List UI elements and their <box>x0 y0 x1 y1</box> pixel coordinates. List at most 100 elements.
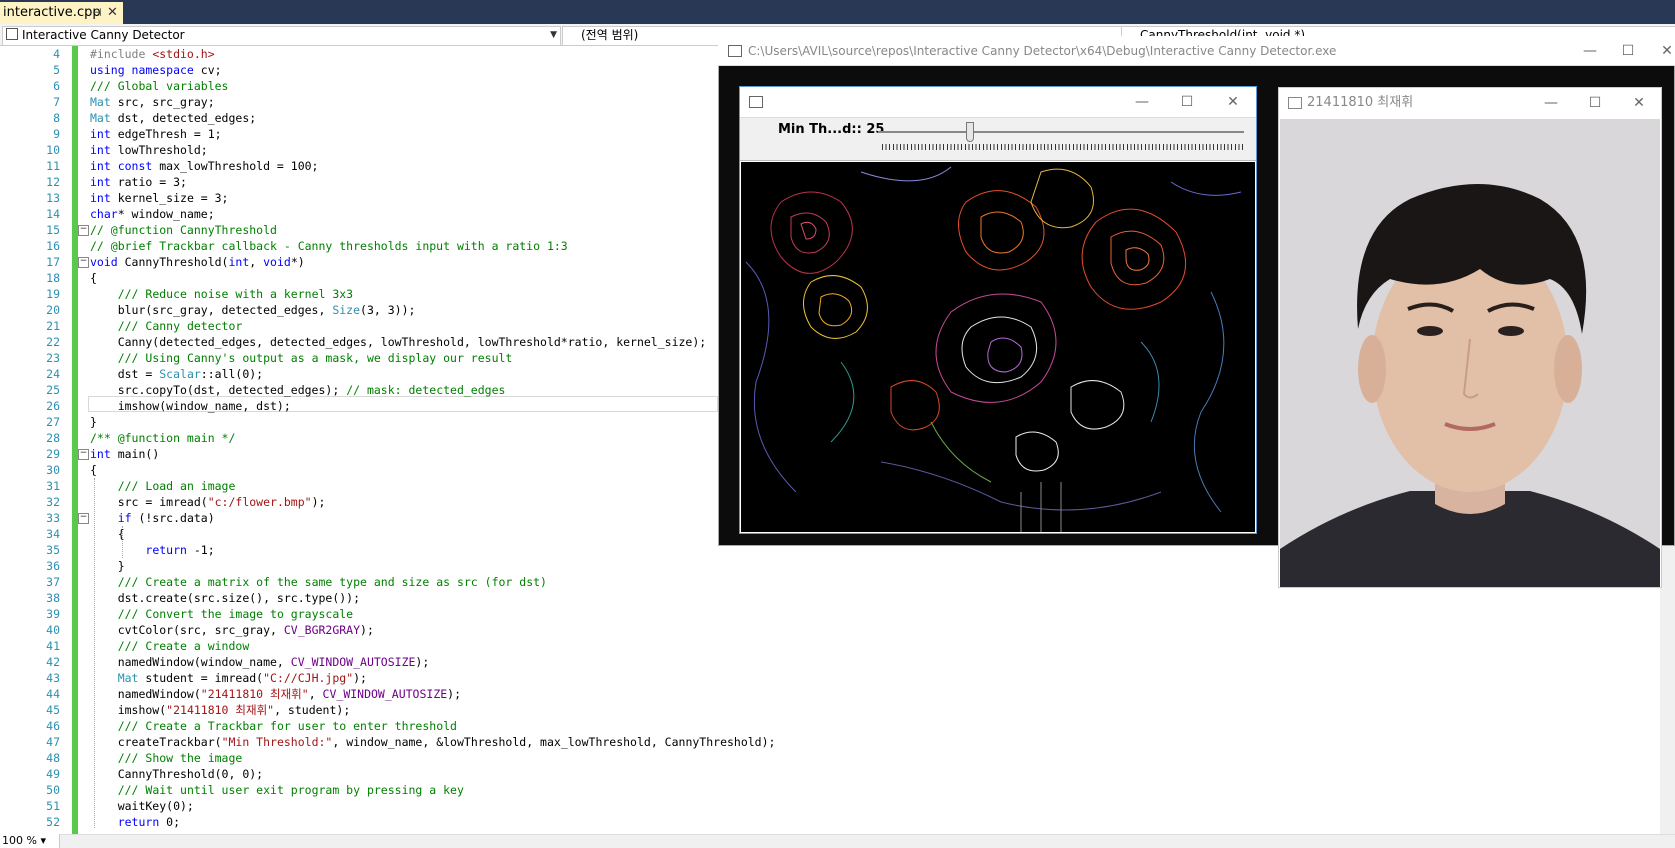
close-button[interactable]: ✕ <box>1218 87 1248 117</box>
project-dropdown-value: Interactive Canny Detector <box>22 28 185 42</box>
line-number-gutter: 4 5 6 7 8 9 10 11 12 13 14 15 16 17 18 19 20 21 22 23 24 25 26… <box>14 46 64 830</box>
line-number: 41 <box>46 639 60 653</box>
line-number: 23 <box>46 351 60 365</box>
scope-dropdown-value: (전역 범위) <box>581 28 639 42</box>
code-line: createTrackbar("Min Threshold:", window_… <box>90 735 776 749</box>
line-number: 45 <box>46 703 60 717</box>
line-number: 5 <box>53 63 60 77</box>
maximize-button[interactable]: ☐ <box>1613 36 1643 66</box>
line-number: 22 <box>46 335 60 349</box>
zoom-level-dropdown[interactable]: 100 % ▾ <box>0 834 60 848</box>
line-number: 21 <box>46 319 60 333</box>
close-button[interactable]: ✕ <box>1624 88 1654 118</box>
close-tab-icon[interactable]: ✕ <box>107 2 118 24</box>
window-app-icon <box>749 96 763 108</box>
canny-title-bar[interactable]: — ☐ ✕ <box>740 87 1256 117</box>
line-number: 28 <box>46 431 60 445</box>
line-number: 12 <box>46 175 60 189</box>
line-number: 10 <box>46 143 60 157</box>
line-number: 34 <box>46 527 60 541</box>
code-line: waitKey(0); <box>90 799 194 813</box>
line-number: 39 <box>46 607 60 621</box>
line-number: 19 <box>46 287 60 301</box>
collapse-icon[interactable]: − <box>78 449 89 460</box>
maximize-button[interactable]: ☐ <box>1580 88 1610 118</box>
project-icon <box>6 28 18 40</box>
student-portrait-image <box>1280 119 1660 587</box>
pin-icon[interactable]: ⊣ <box>92 2 102 24</box>
line-number: 47 <box>46 735 60 749</box>
trackbar-label: Min Th...d:: 25 <box>778 122 885 137</box>
tab-interactive-cpp[interactable]: interactive.cpp ⊣ ✕ <box>0 2 123 24</box>
line-number: 20 <box>46 303 60 317</box>
portrait-drawing <box>1280 119 1660 587</box>
indicator-margin <box>0 46 14 834</box>
project-dropdown[interactable]: Interactive Canny Detector ▼ <box>2 26 561 46</box>
photo-title-bar[interactable]: 21411810 최재휘 — ☐ ✕ <box>1279 88 1661 118</box>
line-number: 13 <box>46 191 60 205</box>
line-number: 25 <box>46 383 60 397</box>
line-number: 52 <box>46 815 60 829</box>
change-tracking-bar <box>72 46 78 834</box>
code-line: Mat student = imread("C://CJH.jpg"); <box>117 671 367 685</box>
tab-label: interactive.cpp <box>3 5 101 20</box>
line-number: 11 <box>46 159 60 173</box>
window-app-icon <box>1288 97 1302 109</box>
trackbar-track[interactable] <box>878 131 1244 133</box>
line-number: 16 <box>46 239 60 253</box>
code-line: namedWindow("21411810 최재휘", CV_WINDOW_AU… <box>90 687 462 701</box>
line-number: 31 <box>46 479 60 493</box>
line-number: 15 <box>46 223 60 237</box>
code-line: CannyThreshold(0, 0); <box>90 767 264 781</box>
close-button[interactable]: ✕ <box>1652 36 1675 66</box>
collapse-icon[interactable]: − <box>78 513 89 524</box>
line-number: 27 <box>46 415 60 429</box>
line-number: 50 <box>46 783 60 797</box>
code-line: cvtColor(src, src_gray, CV_BGR2GRAY); <box>90 623 374 637</box>
minimize-button[interactable]: — <box>1127 87 1157 117</box>
line-number: 6 <box>53 79 60 93</box>
line-number: 33 <box>46 511 60 525</box>
minimize-button[interactable]: — <box>1575 36 1605 66</box>
line-number: 30 <box>46 463 60 477</box>
code-line: imshow("21411810 최재휘", student); <box>90 703 351 717</box>
console-title: C:\Users\AVIL\source\repos\Interactive C… <box>748 44 1337 58</box>
code-line: return 0; <box>117 815 181 829</box>
code-line: /// Create a window <box>117 639 250 653</box>
maximize-button[interactable]: ☐ <box>1172 87 1202 117</box>
line-number: 24 <box>46 367 60 381</box>
line-number: 4 <box>53 47 60 61</box>
code-line: dst.create(src.size(), src.type()); <box>90 591 361 605</box>
line-number: 49 <box>46 767 60 781</box>
line-number: 26 <box>46 399 60 413</box>
line-number: 40 <box>46 623 60 637</box>
chevron-down-icon[interactable]: ▼ <box>550 27 557 43</box>
trackbar-thumb[interactable] <box>965 122 974 142</box>
line-number: 17 <box>46 255 60 269</box>
line-number: 38 <box>46 591 60 605</box>
collapse-icon[interactable]: − <box>78 257 89 268</box>
canny-edge-image <box>741 162 1255 532</box>
line-number: 42 <box>46 655 60 669</box>
line-number: 32 <box>46 495 60 509</box>
line-number: 7 <box>53 95 60 109</box>
line-number: 37 <box>46 575 60 589</box>
code-line: /// Convert the image to grayscale <box>117 607 354 621</box>
line-number: 46 <box>46 719 60 733</box>
minimize-button[interactable]: — <box>1536 88 1566 118</box>
collapse-icon[interactable]: − <box>78 225 89 236</box>
line-number: 48 <box>46 751 60 765</box>
line-number: 9 <box>53 127 60 141</box>
line-number: 35 <box>46 543 60 557</box>
code-line: /// Show the image <box>117 751 243 765</box>
line-number: 44 <box>46 687 60 701</box>
trackbar-ticks <box>882 144 1244 150</box>
line-number: 51 <box>46 799 60 813</box>
edge-drawing <box>745 166 1242 532</box>
code-line: namedWindow(window_name, CV_WINDOW_AUTOS… <box>90 655 430 669</box>
code-line: /// Create a Trackbar for user to enter … <box>117 719 457 733</box>
code-line: /// Wait until user exit program by pres… <box>117 783 464 797</box>
console-title-bar[interactable]: C:\Users\AVIL\source\repos\Interactive C… <box>718 36 1675 66</box>
line-number: 36 <box>46 559 60 573</box>
zoom-level-value: 100 % <box>2 834 37 847</box>
